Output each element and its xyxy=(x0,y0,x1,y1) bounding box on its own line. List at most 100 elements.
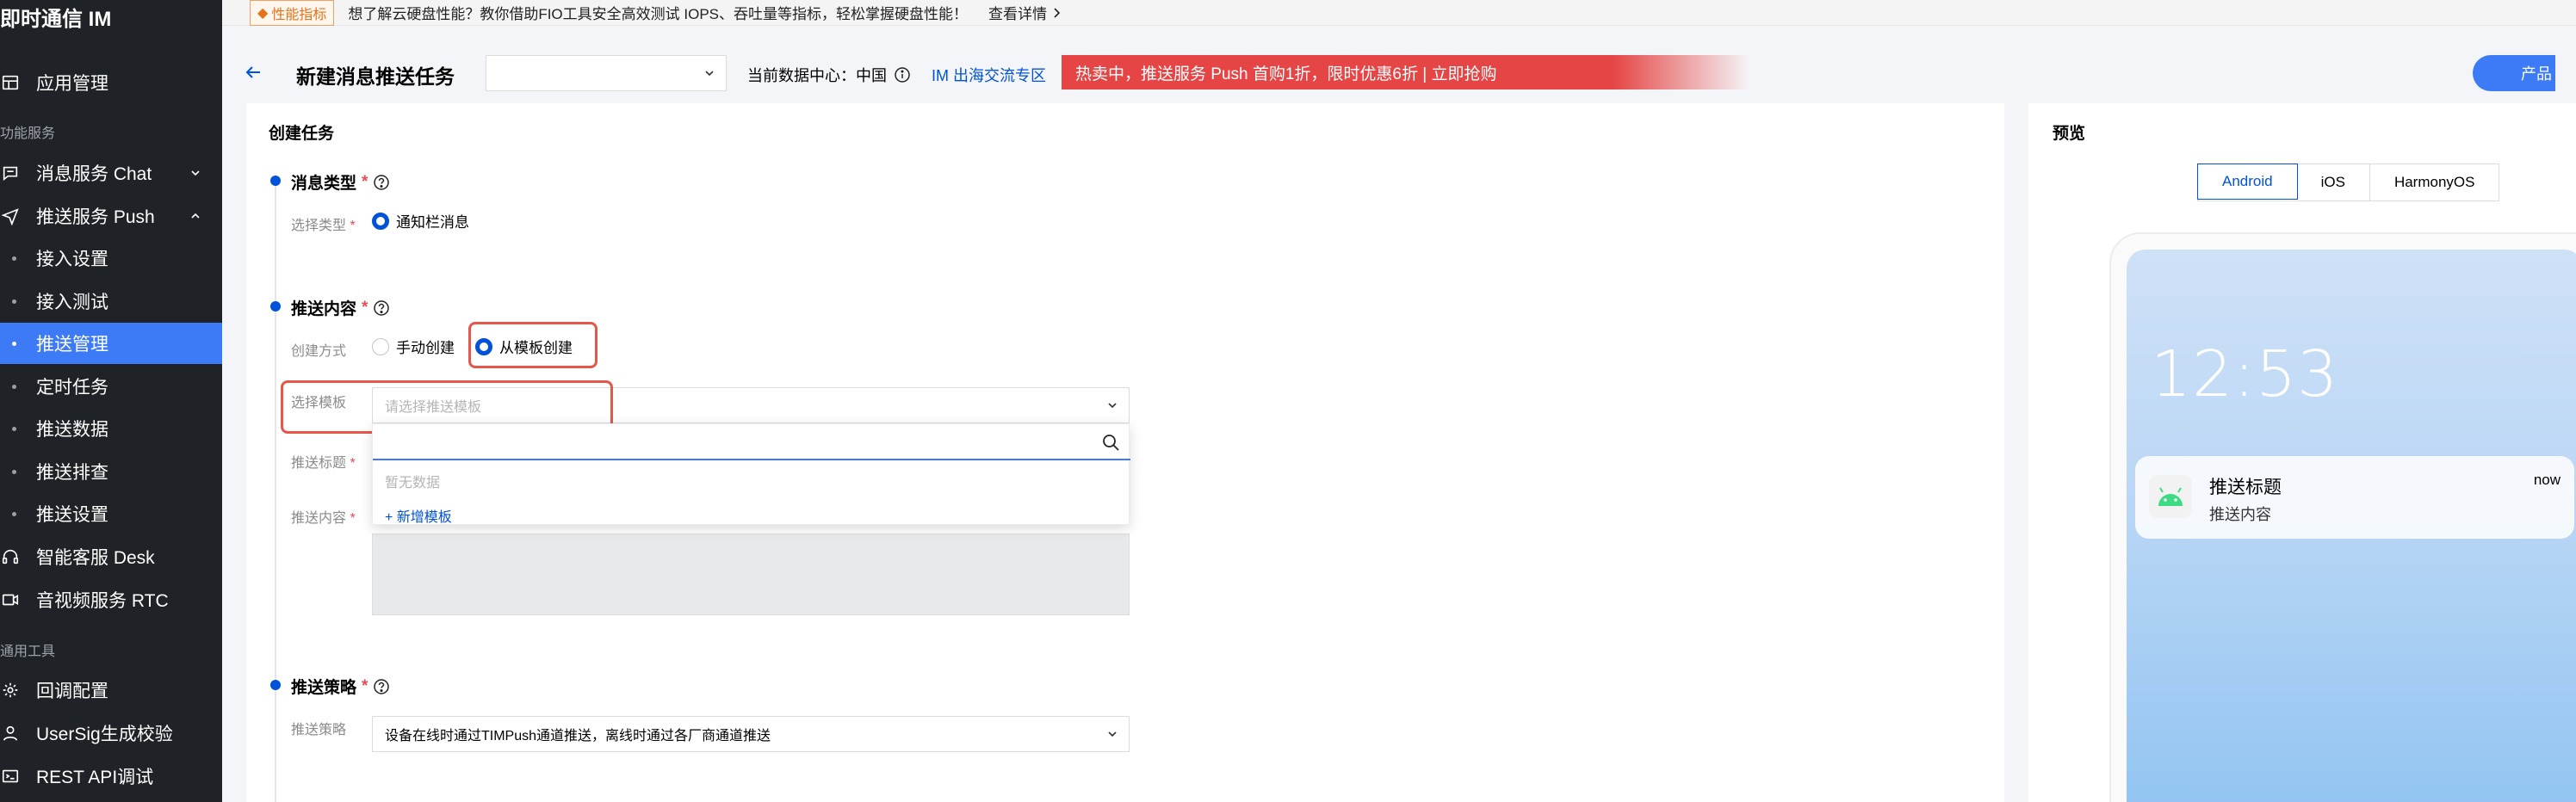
step-title-text: 消息类型 xyxy=(291,175,357,193)
page-header: 新建消息推送任务 当前数据中心：中国 IM 出海交流专区 热卖中，推送服务 Pu… xyxy=(222,46,2576,102)
sidebar-item-label: 智能客服 Desk xyxy=(36,548,155,568)
sidebar-item-app-management[interactable]: 应用管理 xyxy=(0,62,222,103)
notification-card: 推送标题 推送内容 now xyxy=(2135,456,2574,539)
sidebar-item-label: 推送服务 Push xyxy=(36,207,155,227)
chevron-down-icon xyxy=(191,170,200,176)
sidebar-subitem[interactable]: 推送数据 xyxy=(0,408,222,449)
required-mark: * xyxy=(350,456,356,471)
product-button[interactable]: 产品 xyxy=(2473,55,2555,91)
chevron-right-icon xyxy=(1054,7,1061,18)
sidebar-subitem[interactable]: 接入设置 xyxy=(0,238,222,279)
page-title: 新建消息推送任务 xyxy=(296,65,455,88)
dropdown-search-input[interactable] xyxy=(373,424,1130,460)
headset-icon xyxy=(0,546,21,567)
sidebar-item-label: UserSig生成校验 xyxy=(36,725,173,744)
radio-label: 通知栏消息 xyxy=(396,214,469,231)
step-dot xyxy=(270,176,281,186)
step-timeline xyxy=(275,181,276,802)
tab-ios[interactable]: iOS xyxy=(2296,164,2370,200)
highlight-box xyxy=(468,322,598,368)
promo-banner[interactable]: 热卖中，推送服务 Push 首购1折，限时优惠6折 | 立即抢购 xyxy=(1062,55,1750,89)
field-label-text: 推送标题 xyxy=(291,456,347,471)
notification-body: 推送内容 xyxy=(2209,506,2271,523)
field-label-push-title: 推送标题 * xyxy=(291,451,356,472)
field-label-push-content: 推送内容 * xyxy=(291,506,356,527)
radio-label: 手动创建 xyxy=(396,340,455,356)
dropdown-empty-text: 暂无数据 xyxy=(385,476,441,490)
radio-manual-create[interactable]: 手动创建 xyxy=(372,336,455,357)
gear-icon xyxy=(0,680,21,700)
chevron-down-icon xyxy=(705,71,714,77)
radio-circle xyxy=(372,337,389,355)
sidebar-item-label: 回调配置 xyxy=(36,682,108,701)
im-overseas-link[interactable]: IM 出海交流专区 xyxy=(932,64,1046,86)
chat-icon xyxy=(0,163,21,183)
sidebar-subitem[interactable]: 定时任务 xyxy=(0,366,222,407)
field-label-text: 推送内容 xyxy=(291,511,347,526)
lock-clock: 12:53 xyxy=(2151,337,2339,411)
step-message-type: 消息类型 * xyxy=(291,170,390,194)
required-mark: * xyxy=(362,676,368,695)
sidebar-item-label: 应用管理 xyxy=(36,74,108,94)
step-push-strategy: 推送策略 * xyxy=(291,675,390,698)
sidebar-item-usersig[interactable]: UserSig生成校验 xyxy=(0,713,222,754)
bullet-dot xyxy=(12,469,16,474)
sidebar-item-restapi[interactable]: REST API调试 xyxy=(0,756,222,797)
sidebar-item-chat[interactable]: 消息服务 Chat xyxy=(0,152,222,194)
phone-mockup: 12:53 推送标题 推送内容 now xyxy=(2109,232,2576,802)
info-icon[interactable] xyxy=(894,66,911,83)
bullet-dot xyxy=(12,511,16,516)
sidebar-item-rtc[interactable]: 音视频服务 RTC xyxy=(0,579,222,620)
sidebar-item-callback[interactable]: 回调配置 xyxy=(0,669,222,711)
radio-notification-bar[interactable]: 通知栏消息 xyxy=(372,210,469,231)
sidebar-item-label: 音视频服务 RTC xyxy=(36,591,169,611)
field-label-type: 选择类型 * xyxy=(291,213,356,234)
sidebar-subitem-label: 推送设置 xyxy=(36,505,108,525)
back-arrow-icon[interactable] xyxy=(243,62,263,83)
push-send-icon xyxy=(0,206,21,226)
sidebar-subitem-label: 推送数据 xyxy=(36,420,108,440)
field-label-strategy: 推送策略 xyxy=(291,723,347,737)
app-grid-icon xyxy=(0,72,21,93)
sidebar-group-tools: 通用工具 xyxy=(0,645,56,659)
chevron-up-icon xyxy=(191,213,200,219)
sidebar-subitem[interactable]: 接入测试 xyxy=(0,281,222,322)
sidebar-item-push[interactable]: 推送服务 Push xyxy=(0,195,222,237)
datacenter-text: 当前数据中心：中国 xyxy=(747,67,887,84)
help-icon[interactable] xyxy=(373,299,390,317)
radio-circle xyxy=(372,212,389,230)
sidebar-subitem[interactable]: 推送管理 xyxy=(0,323,222,364)
user-icon xyxy=(0,723,21,743)
select-value: 设备在线时通过TIMPush通道推送，离线时通过各厂商通道推送 xyxy=(385,729,771,743)
add-template-link[interactable]: + 新增模板 xyxy=(385,505,452,526)
section-title: 创建任务 xyxy=(269,125,335,143)
lock-screen: 12:53 推送标题 推送内容 now xyxy=(2127,250,2576,802)
push-content-textarea[interactable] xyxy=(372,534,1130,615)
help-icon[interactable] xyxy=(373,678,390,695)
strategy-select[interactable]: 设备在线时通过TIMPush通道推送，离线时通过各厂商通道推送 xyxy=(372,716,1130,752)
sidebar-group-services: 功能服务 xyxy=(0,126,56,141)
tab-android[interactable]: Android xyxy=(2197,163,2298,200)
notification-time: now xyxy=(2533,472,2561,488)
bullet-dot xyxy=(12,256,16,261)
bullet-dot xyxy=(12,384,16,389)
sidebar-item-desk[interactable]: 智能客服 Desk xyxy=(0,536,222,577)
video-icon xyxy=(0,589,21,610)
notification-title: 推送标题 xyxy=(2209,478,2282,497)
chevron-down-icon xyxy=(1108,403,1117,409)
tab-harmonyos[interactable]: HarmonyOS xyxy=(2369,164,2499,200)
app-selector[interactable] xyxy=(486,55,727,91)
help-icon[interactable] xyxy=(373,174,390,191)
required-mark: * xyxy=(350,511,356,526)
sidebar-subitem-label: 接入设置 xyxy=(36,250,108,269)
sidebar-subitem[interactable]: 推送排查 xyxy=(0,451,222,492)
banner-details-link[interactable]: 查看详情 xyxy=(988,2,1061,23)
sidebar-subitem-label: 定时任务 xyxy=(36,378,108,398)
performance-badge: ◆ 性能指标 xyxy=(250,0,335,26)
required-mark: * xyxy=(350,219,356,233)
required-mark: * xyxy=(362,298,368,317)
required-mark: * xyxy=(362,172,368,191)
banner-text: 想了解云硬盘性能？教你借助FIO工具安全高效测试 IOPS、吞吐量等指标，轻松掌… xyxy=(348,6,969,22)
sidebar-subitem[interactable]: 推送设置 xyxy=(0,493,222,534)
android-icon xyxy=(2149,475,2192,518)
